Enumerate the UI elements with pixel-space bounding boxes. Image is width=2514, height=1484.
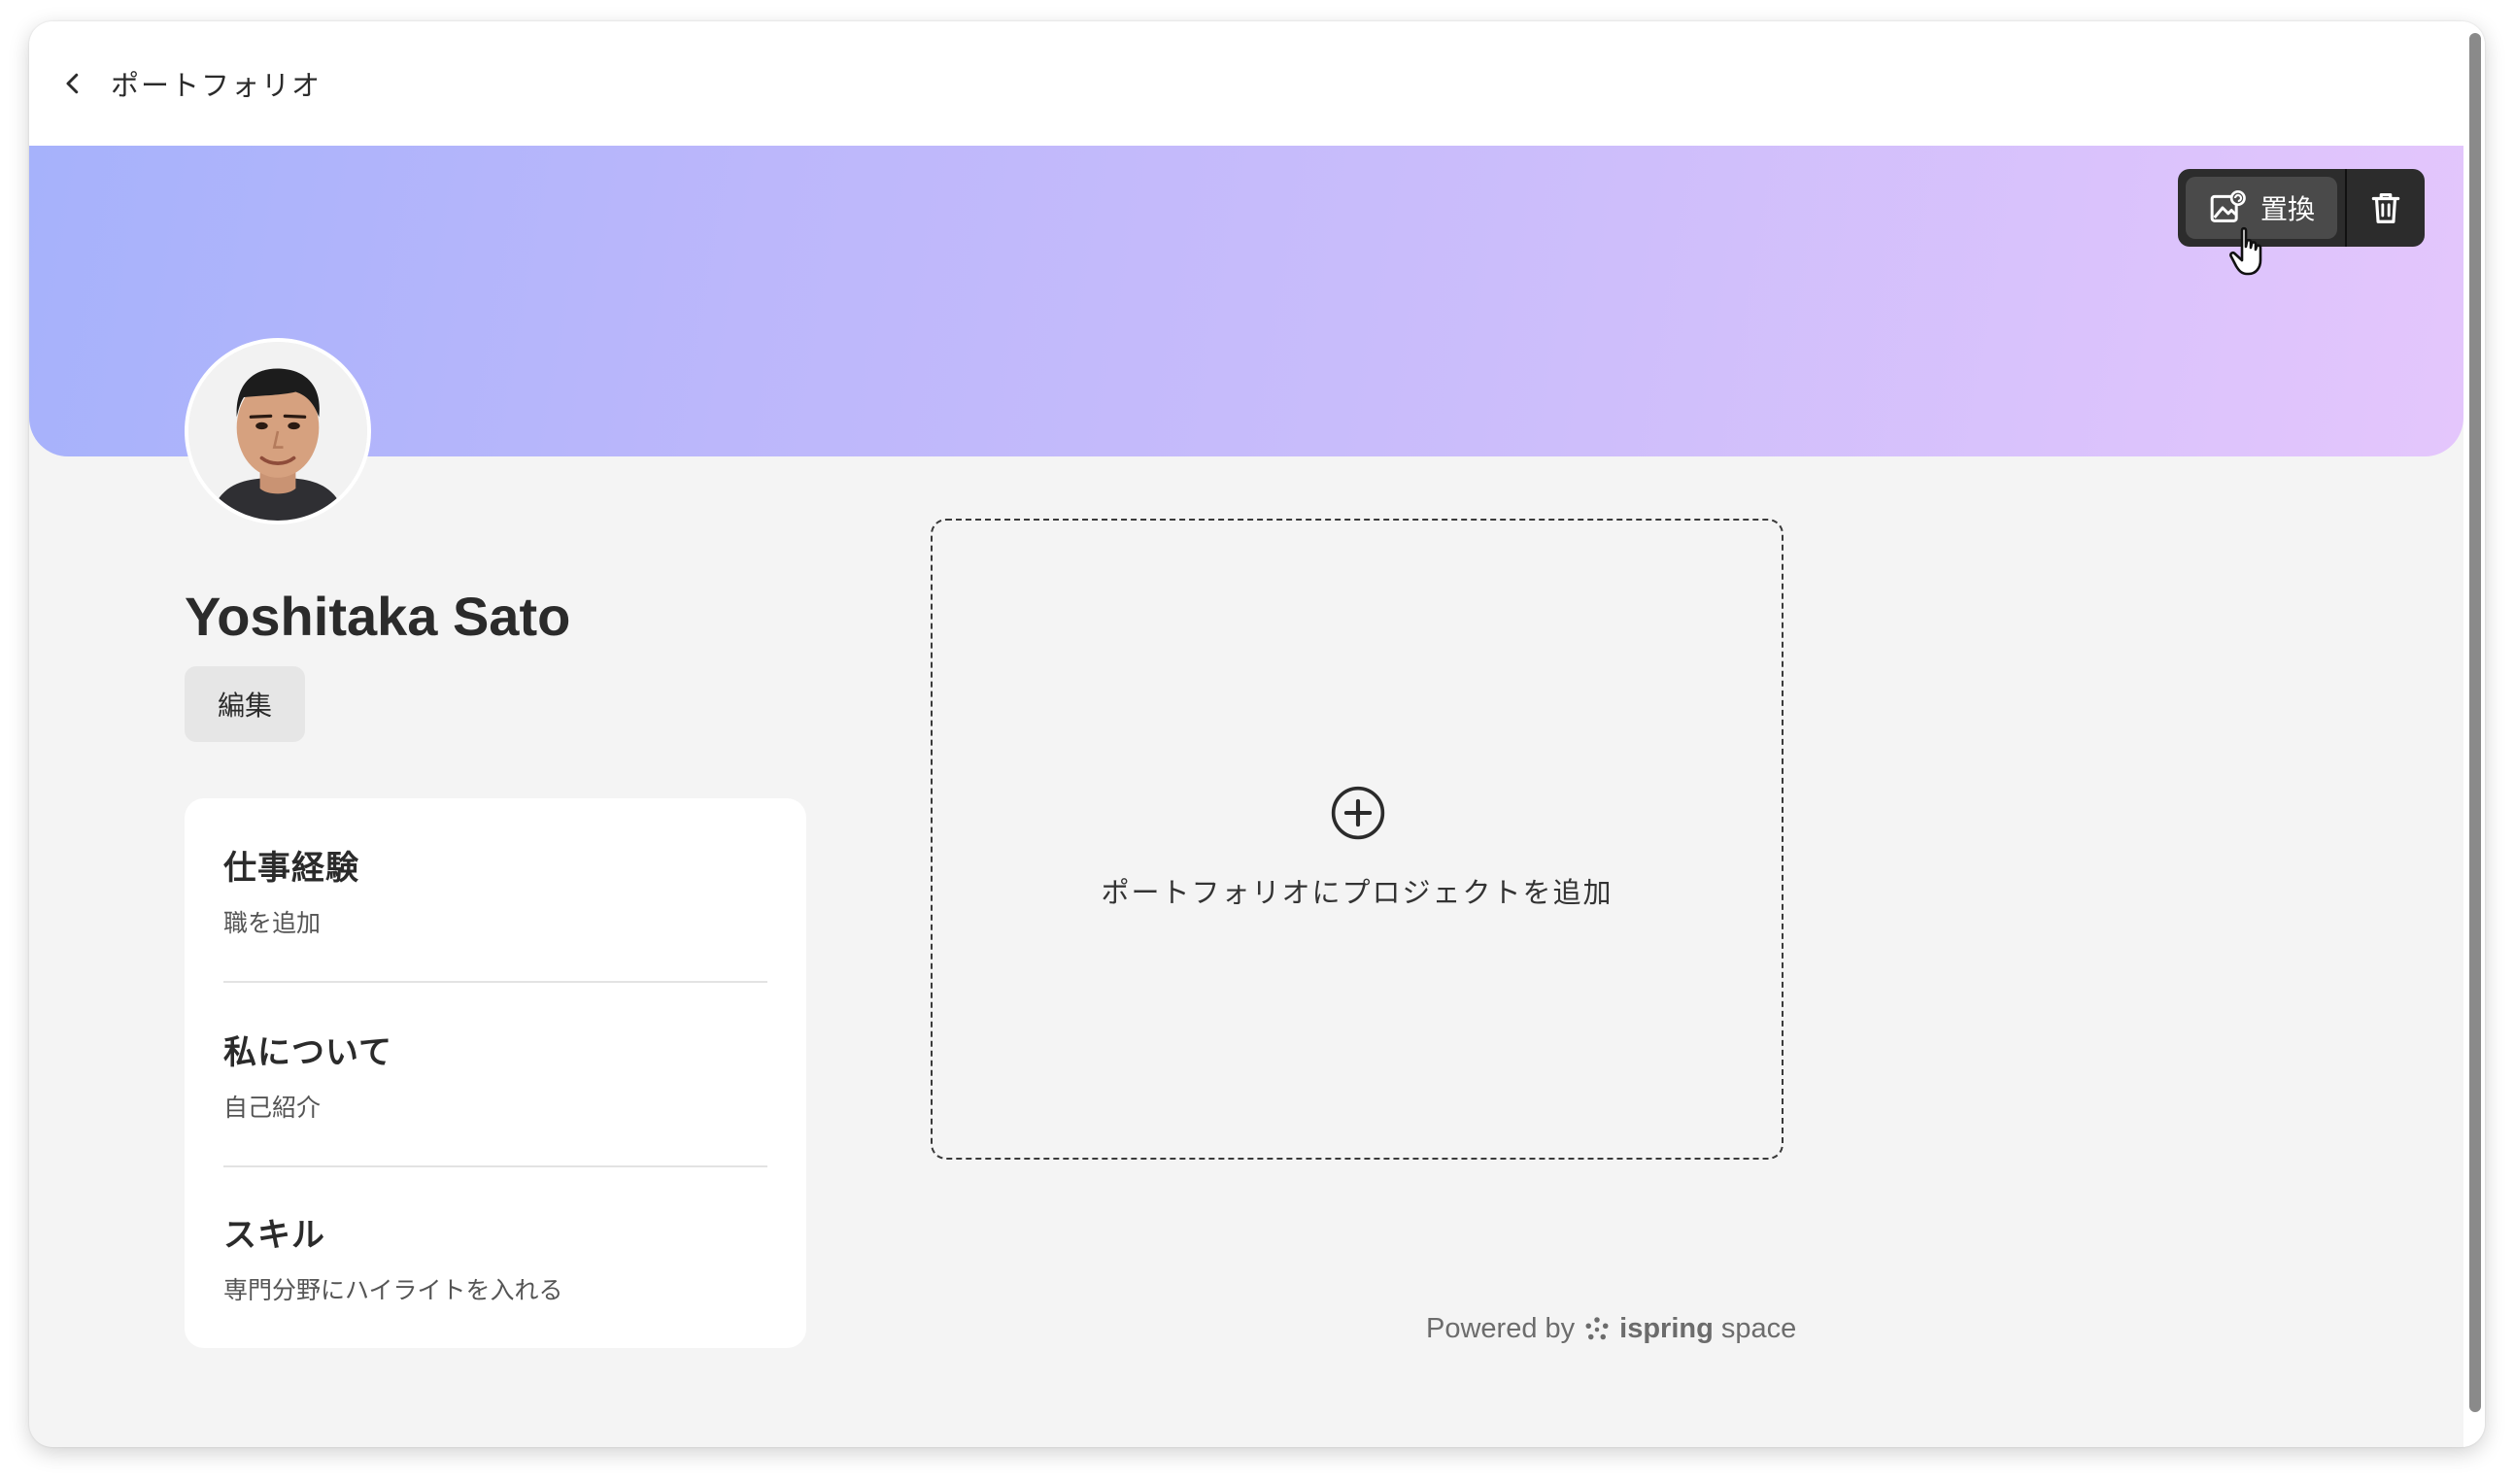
back-button[interactable]: ポートフォリオ [58, 62, 322, 105]
replace-cover-button[interactable]: 置換 [2186, 177, 2337, 239]
page-title: ポートフォリオ [111, 69, 323, 102]
plus-circle-icon [1331, 786, 1385, 840]
cover-image: 置換 [29, 146, 2463, 456]
profile-info-card: 仕事経験 職を追加 私について 自己紹介 スキル 専門分野にハイライトを入れる [185, 798, 806, 1348]
powered-by-footer[interactable]: Powered by ispring space [1426, 1313, 1796, 1345]
brand-name: ispring [1619, 1313, 1714, 1344]
add-project-dropzone[interactable]: ポートフォリオにプロジェクトを追加 [931, 519, 1784, 1160]
profile-name: Yoshitaka Sato [185, 586, 571, 647]
scrollbar-thumb[interactable] [2469, 33, 2481, 1412]
replace-label: 置換 [2259, 193, 2315, 225]
add-skills-link[interactable]: 専門分野にハイライトを入れる [223, 1271, 767, 1306]
avatar[interactable] [185, 338, 371, 524]
add-project-label: ポートフォリオにプロジェクトを追加 [1101, 876, 1614, 909]
ispring-logo-icon [1585, 1316, 1609, 1339]
section-title: スキル [223, 1216, 325, 1255]
delete-cover-button[interactable] [2347, 169, 2425, 247]
about-me-section: 私について 自己紹介 [223, 1026, 767, 1124]
trash-icon [2371, 192, 2400, 223]
cover-toolbar: 置換 [2178, 169, 2425, 247]
add-job-link[interactable]: 職を追加 [223, 904, 767, 939]
section-divider [223, 1165, 767, 1167]
work-experience-section: 仕事経験 職を追加 [223, 841, 767, 939]
avatar-photo [188, 342, 367, 521]
scrollbar[interactable] [2463, 21, 2485, 1447]
chevron-left-icon [66, 73, 79, 94]
image-replace-icon [2210, 190, 2246, 222]
top-bar: ポートフォリオ [29, 21, 2463, 146]
brand-suffix: space [1720, 1313, 1797, 1344]
section-divider [223, 981, 767, 983]
section-title: 私について [223, 1033, 392, 1072]
section-title: 仕事経験 [223, 849, 359, 888]
powered-by-text: Powered by [1426, 1313, 1576, 1344]
skills-section: スキル 専門分野にハイライトを入れる [223, 1208, 767, 1306]
app-window: ポートフォリオ 置換 Yoshitaka Sato 編集 仕事経験 職を追加 私… [29, 21, 2485, 1447]
add-bio-link[interactable]: 自己紹介 [223, 1089, 767, 1124]
edit-profile-button[interactable]: 編集 [185, 666, 305, 742]
